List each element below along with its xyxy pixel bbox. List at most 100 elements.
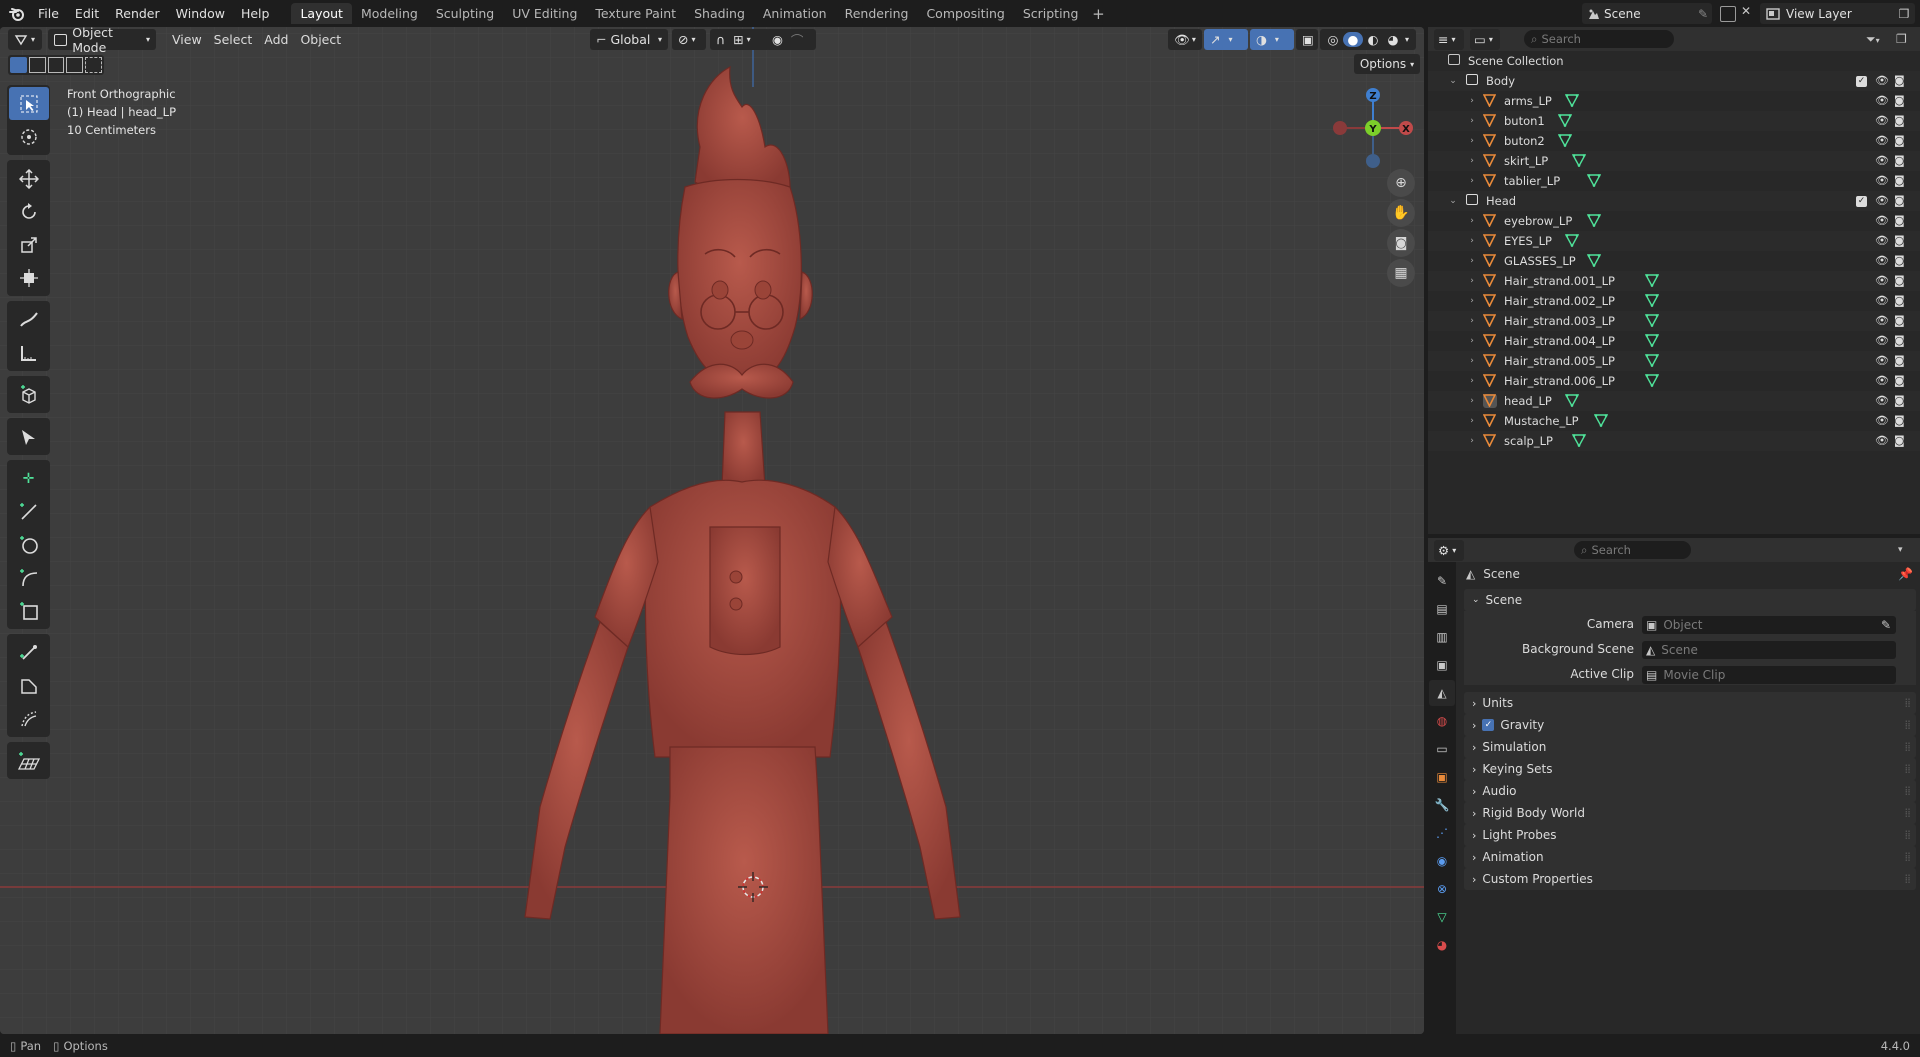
outliner-scene-collection[interactable]: Scene Collection <box>1428 51 1920 71</box>
cursor-tool-icon[interactable] <box>9 120 49 153</box>
delete-scene-icon[interactable]: ✕ <box>1741 4 1751 18</box>
add-rectangle-tool-icon[interactable] <box>9 594 49 627</box>
expand-arrow-icon[interactable]: › <box>1467 116 1477 126</box>
render-tab-icon[interactable]: ▤ <box>1429 596 1455 622</box>
camera-icon[interactable]: ◙ <box>1894 434 1908 448</box>
mesh-data-icon[interactable] <box>1645 314 1660 330</box>
panel-drag-handle-icon[interactable]: ⁞⁞ <box>1904 718 1911 732</box>
panel-animation[interactable]: › Animation ⁞⁞ <box>1464 846 1916 868</box>
expand-arrow-icon[interactable]: › <box>1467 276 1477 286</box>
view-layer-tab-icon[interactable]: ▣ <box>1429 652 1455 678</box>
3d-cursor-icon[interactable] <box>738 872 768 902</box>
annotate-tool-icon[interactable] <box>9 303 49 336</box>
solid-shading-icon[interactable]: ● <box>1343 32 1363 47</box>
outliner-object[interactable]: › eyebrow_LP 👁 ◙ <box>1428 211 1920 231</box>
collapse-arrow-icon[interactable]: ⌄ <box>1448 76 1458 86</box>
eye-icon[interactable]: 👁 <box>1875 294 1889 308</box>
add-arc-tool-icon[interactable] <box>9 561 49 594</box>
panel-custom-properties[interactable]: › Custom Properties ⁞⁞ <box>1464 868 1916 890</box>
camera-icon[interactable]: ◙ <box>1894 254 1908 268</box>
panel-drag-handle-icon[interactable]: ⁞⁞ <box>1904 872 1911 886</box>
add-circle-tool-icon[interactable] <box>9 528 49 561</box>
expand-arrow-icon[interactable]: › <box>1467 176 1477 186</box>
outliner-object[interactable]: › Hair_strand.003_LP 👁 ◙ <box>1428 311 1920 331</box>
exclude-checkbox-icon[interactable]: ✓ <box>1856 195 1867 207</box>
eye-icon[interactable]: 👁 <box>1875 354 1889 368</box>
panel-keying-sets[interactable]: › Keying Sets ⁞⁞ <box>1464 758 1916 780</box>
outliner-object[interactable]: › buton1 👁 ◙ <box>1428 111 1920 131</box>
camera-field[interactable]: ▣ Object ✎ <box>1642 616 1896 634</box>
select-extend-icon[interactable] <box>28 57 46 73</box>
tab-shading[interactable]: Shading <box>685 3 754 24</box>
zoom-icon[interactable]: ⊕ <box>1387 169 1415 197</box>
visibility-selector[interactable]: 👁 ▾ <box>1168 29 1202 50</box>
outliner-object[interactable]: › Hair_strand.002_LP 👁 ◙ <box>1428 291 1920 311</box>
mesh-data-icon[interactable] <box>1645 354 1660 370</box>
editor-type-selector[interactable]: ▾ <box>8 29 42 50</box>
tab-layout[interactable]: Layout <box>291 3 352 24</box>
exclude-checkbox-icon[interactable]: ✓ <box>1856 75 1867 87</box>
gravity-checkbox[interactable]: ✓ <box>1482 719 1495 731</box>
camera-icon[interactable]: ◙ <box>1894 274 1908 288</box>
eye-icon[interactable]: 👁 <box>1875 174 1889 188</box>
tab-scripting[interactable]: Scripting <box>1014 3 1088 24</box>
expand-arrow-icon[interactable]: › <box>1467 356 1477 366</box>
copy-layer-icon[interactable]: ❐ <box>1893 7 1915 21</box>
menu-window[interactable]: Window <box>168 0 233 27</box>
material-tab-icon[interactable]: ◕ <box>1429 932 1455 958</box>
mesh-data-icon[interactable] <box>1645 374 1660 390</box>
select-box-tool-icon[interactable] <box>8 87 49 120</box>
pan-hand-icon[interactable]: ✋ <box>1387 199 1415 227</box>
pivot-selector[interactable]: ⊘ ▾ <box>672 29 706 50</box>
3d-viewport[interactable]: ▾ Object Mode ▾ View Select Add Object ⌐… <box>0 27 1424 1034</box>
outliner-object[interactable]: › tablier_LP 👁 ◙ <box>1428 171 1920 191</box>
outliner-object[interactable]: › GLASSES_LP 👁 ◙ <box>1428 251 1920 271</box>
navigation-gizmo[interactable]: Z X Y <box>1332 87 1414 169</box>
expand-arrow-icon[interactable]: › <box>1467 256 1477 266</box>
options-button[interactable]: Options ▾ <box>1354 54 1420 74</box>
properties-editor-type[interactable]: ⚙ ▾ <box>1434 539 1464 561</box>
camera-icon[interactable]: ◙ <box>1894 374 1908 388</box>
camera-icon[interactable]: ◙ <box>1894 354 1908 368</box>
eye-icon[interactable]: 👁 <box>1875 194 1889 208</box>
gizmo-toggle[interactable]: ↗ ▾ <box>1204 29 1248 50</box>
edit-pointer-tool-icon[interactable] <box>9 420 49 453</box>
eye-icon[interactable]: 👁 <box>1875 154 1889 168</box>
menu-file[interactable]: File <box>30 0 67 27</box>
display-mode-selector[interactable]: ▭ ▾ <box>1470 28 1500 50</box>
tool-tab-icon[interactable]: ✎ <box>1429 568 1455 594</box>
output-tab-icon[interactable]: ▥ <box>1429 624 1455 650</box>
expand-arrow-icon[interactable]: › <box>1467 336 1477 346</box>
particles-tab-icon[interactable]: ⋰ <box>1429 820 1455 846</box>
mesh-data-icon[interactable] <box>1645 294 1660 310</box>
select-invert-icon[interactable] <box>66 57 84 73</box>
mesh-data-icon[interactable] <box>1645 274 1660 290</box>
camera-icon[interactable]: ◙ <box>1894 74 1908 88</box>
mesh-data-icon[interactable] <box>1557 134 1572 150</box>
panel-drag-handle-icon[interactable]: ⁞⁞ <box>1904 696 1911 710</box>
camera-icon[interactable]: ◙ <box>1894 214 1908 228</box>
panel-audio[interactable]: › Audio ⁞⁞ <box>1464 780 1916 802</box>
camera-icon[interactable]: ◙ <box>1894 294 1908 308</box>
camera-icon[interactable]: ◙ <box>1894 114 1908 128</box>
mesh-data-icon[interactable] <box>1572 434 1587 450</box>
scene-tab-icon[interactable]: ◭ <box>1429 680 1455 706</box>
mesh-data-icon[interactable] <box>1564 234 1580 250</box>
scale-tool-icon[interactable] <box>9 228 49 261</box>
collection-tab-icon[interactable]: ▭ <box>1429 736 1455 762</box>
scene-selector[interactable]: Scene ✎ <box>1582 3 1712 24</box>
outliner-object[interactable]: › arms_LP 👁 ◙ <box>1428 91 1920 111</box>
eyedropper-icon[interactable]: ✎ <box>1881 618 1891 632</box>
mesh-data-icon[interactable] <box>1564 94 1580 110</box>
outliner-collection[interactable]: ⌄ Body ✓ 👁 ◙ <box>1428 71 1920 91</box>
mesh-data-icon[interactable] <box>1586 214 1602 230</box>
eye-icon[interactable]: 👁 <box>1875 414 1889 428</box>
eye-icon[interactable]: 👁 <box>1875 234 1889 248</box>
shading-modes[interactable]: ◎ ● ◐ ◕ ▾ <box>1320 29 1416 50</box>
tab-rendering[interactable]: Rendering <box>836 3 918 24</box>
outliner-object[interactable]: › Hair_strand.006_LP 👁 ◙ <box>1428 371 1920 391</box>
expand-arrow-icon[interactable]: › <box>1467 96 1477 106</box>
panel-simulation[interactable]: › Simulation ⁞⁞ <box>1464 736 1916 758</box>
eye-icon[interactable]: 👁 <box>1875 134 1889 148</box>
outliner-object[interactable]: › EYES_LP 👁 ◙ <box>1428 231 1920 251</box>
